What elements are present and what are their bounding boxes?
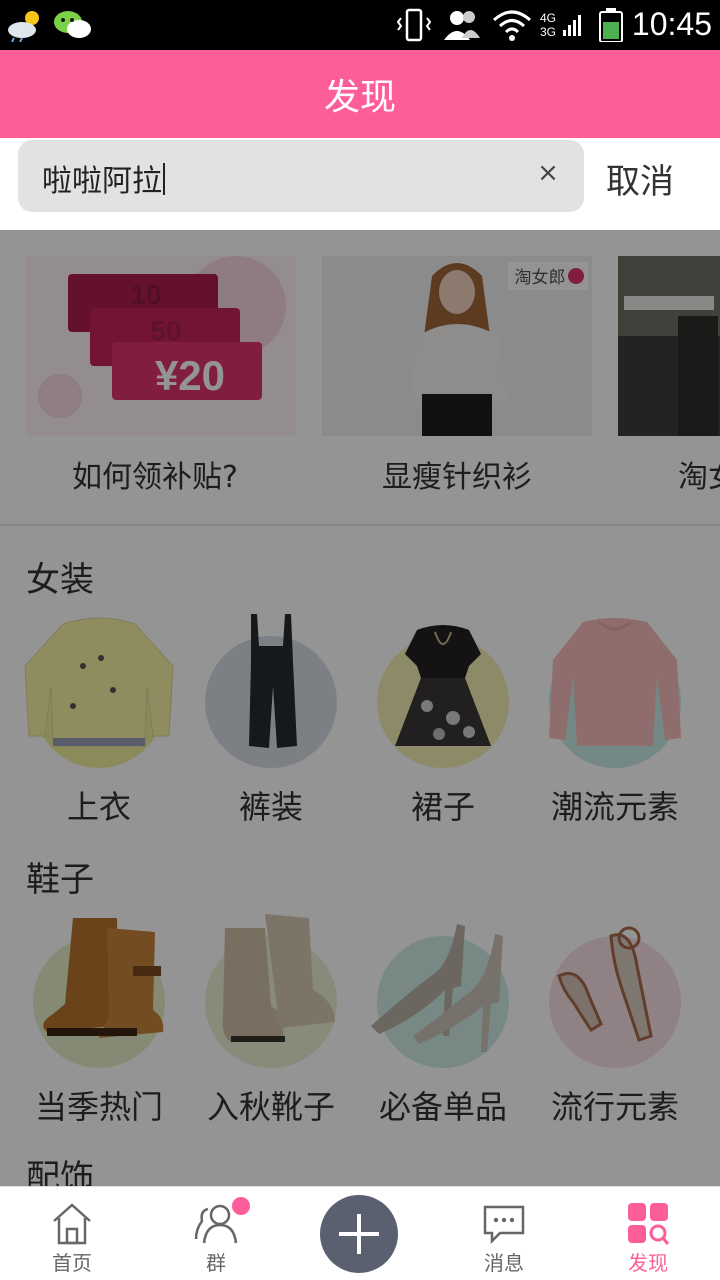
home-icon [53,1203,91,1245]
signal-icon [563,15,581,36]
wechat-icon [54,11,91,38]
clear-icon[interactable]: × [536,158,560,190]
plus-icon [339,1214,379,1254]
notification-dot [232,1197,250,1215]
search-input[interactable]: 啦啦阿拉 × [18,140,584,212]
nav-group[interactable]: 群 [144,1187,288,1280]
search-query: 啦啦阿拉 [42,156,165,200]
clock: 10:45 [631,6,712,42]
search-row: 啦啦阿拉 × 取消 [0,138,720,230]
nav-label: 发现 [628,1251,668,1275]
search-query-text: 啦啦阿拉 [42,164,162,199]
text-cursor [163,163,165,195]
contacts-icon [444,11,480,40]
network-label: 4G 3G [540,11,557,39]
add-button[interactable] [320,1195,398,1273]
nav-home[interactable]: 首页 [0,1187,144,1280]
search-dim-overlay[interactable] [0,230,720,1186]
vibrate-icon [396,8,432,42]
page-title: 发现 [323,77,396,118]
nav-label: 群 [206,1251,226,1275]
wifi-icon [493,10,531,41]
nav-messages[interactable]: 消息 [432,1187,576,1280]
app-header: 发现 [0,50,720,138]
weather-icon [8,11,39,42]
cancel-button[interactable]: 取消 [606,154,674,203]
bottom-nav: 首页 群 消息 发现 [0,1186,720,1280]
battery-icon [599,8,623,42]
nav-label: 首页 [52,1251,92,1275]
message-icon [483,1205,525,1245]
nav-discover[interactable]: 发现 [576,1187,720,1280]
nav-label: 消息 [484,1251,524,1275]
status-bar: 4G 3G 10:45 [0,0,720,50]
discover-icon [628,1203,670,1245]
